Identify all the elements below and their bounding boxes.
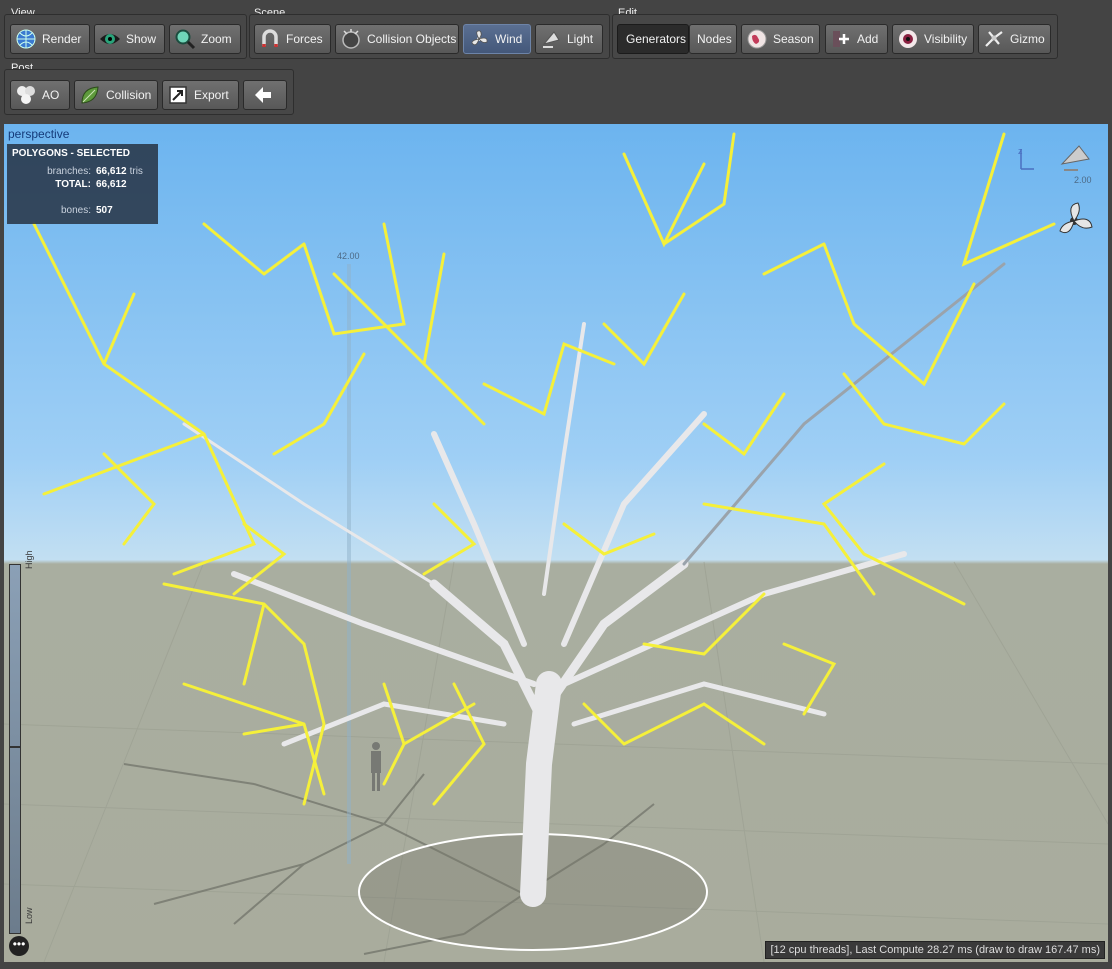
export-button[interactable]: Export [162, 80, 239, 110]
spheres-icon [15, 84, 37, 106]
stats-key: TOTAL: [55, 179, 91, 190]
render-button[interactable]: Render [10, 24, 90, 54]
gizmo-label: Gizmo [1010, 32, 1045, 46]
person-silhouette [371, 742, 381, 791]
collision-objects-label: Collision Objects [367, 32, 457, 46]
ao-label: AO [42, 88, 60, 102]
ao-button[interactable]: AO [10, 80, 70, 110]
stats-row: TOTAL: 66,612 [12, 178, 153, 191]
stats-header: POLYGONS - SELECTED [12, 148, 130, 159]
collision-label: Collision [106, 88, 152, 102]
leaf-icon [79, 84, 101, 106]
collision-objects-button[interactable]: Collision Objects [335, 24, 459, 54]
status-bar: [12 cpu threads], Last Compute 28.27 ms … [765, 941, 1105, 959]
stats-panel: POLYGONS - SELECTED branches: 66,612 tri… [7, 144, 158, 224]
export-label: Export [194, 88, 229, 102]
lamp-icon [540, 28, 562, 50]
visibility-button[interactable]: Visibility [892, 24, 974, 54]
zoom-value: 2.00 [1074, 175, 1092, 185]
arrow-left-icon [252, 84, 274, 106]
forces-label: Forces [286, 32, 323, 46]
show-label: Show [126, 32, 157, 46]
season-label: Season [773, 32, 814, 46]
zoom-button[interactable]: Zoom [169, 24, 241, 54]
render-label: Render [42, 32, 82, 46]
wind-button[interactable]: Wind [463, 24, 531, 54]
light-button[interactable]: Light [535, 24, 603, 54]
show-button[interactable]: Show [94, 24, 165, 54]
fan-icon [468, 28, 490, 50]
stats-value: 66,612 [96, 179, 127, 190]
forces-button[interactable]: Forces [254, 24, 331, 54]
light-gizmo-icon [1060, 145, 1090, 171]
wind-fan-gizmo-icon [1059, 202, 1093, 234]
export-icon [167, 84, 189, 106]
visibility-label: Visibility [924, 32, 968, 46]
magnifier-icon [174, 28, 196, 50]
stats-row: branches: 66,612 tris [12, 165, 153, 178]
lod-low-label: Low [24, 907, 34, 924]
collision-sphere-icon [340, 28, 362, 50]
generators-label: Generators [626, 32, 687, 46]
zoom-label: Zoom [201, 32, 232, 46]
nodes-label: Nodes [697, 32, 732, 46]
lod-slider[interactable] [9, 564, 21, 934]
gizmo-icon [983, 28, 1005, 50]
gizmo-button[interactable]: Gizmo [978, 24, 1051, 54]
collision-button[interactable]: Collision [74, 80, 158, 110]
season-globe-icon [746, 28, 768, 50]
tree-render: z [4, 132, 1108, 962]
stats-unit: tris [129, 166, 143, 177]
globe-icon [15, 28, 37, 50]
axis-label: z [1018, 146, 1023, 156]
add-icon [830, 28, 852, 50]
measure-pole [347, 264, 351, 864]
add-label: Add [857, 32, 879, 46]
magnet-icon [259, 28, 281, 50]
light-label: Light [567, 32, 594, 46]
stats-value: 66,612 [96, 166, 127, 177]
eyeball-icon [897, 28, 919, 50]
stats-value: 507 [96, 205, 113, 216]
axis-gizmo: z [1018, 146, 1034, 170]
lod-high-label: High [24, 550, 34, 569]
stats-key: bones: [60, 205, 91, 216]
add-button[interactable]: Add [825, 24, 888, 54]
lod-slider-handle[interactable] [9, 746, 21, 748]
season-button[interactable]: Season [741, 24, 820, 54]
wind-label: Wind [495, 32, 523, 46]
viewport-title: perspective [8, 127, 70, 141]
3d-viewport[interactable]: z perspective POLYGONS - SELECTED branch… [4, 124, 1108, 962]
measure-label: 42.00 [337, 251, 360, 261]
generators-tab[interactable]: Generators [617, 24, 689, 54]
back-button[interactable] [243, 80, 287, 110]
nodes-tab[interactable]: Nodes [689, 24, 737, 54]
more-options-button[interactable]: ••• [9, 936, 29, 956]
stats-row: bones: 507 [12, 204, 153, 217]
stats-key: branches: [47, 166, 91, 177]
eye-icon [99, 28, 121, 50]
